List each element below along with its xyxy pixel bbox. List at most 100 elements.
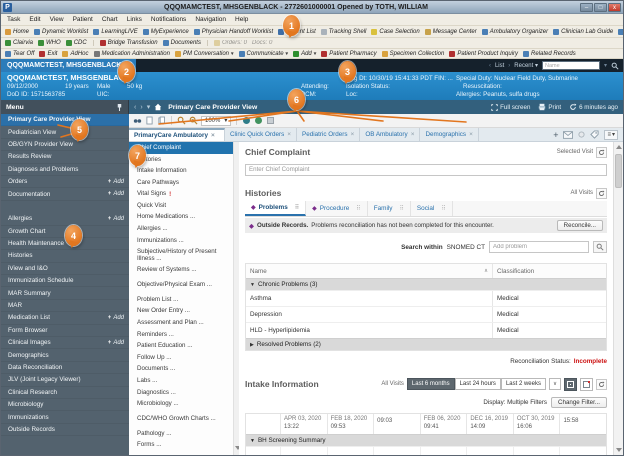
date-column[interactable]: 09:03 — [373, 414, 420, 434]
toolbar-button[interactable]: AdHoc▾ — [62, 51, 88, 57]
sidebar-item[interactable]: iView and I&O +Add — [1, 263, 129, 275]
circle-icon[interactable] — [254, 116, 263, 125]
date-column[interactable]: OCT 30, 2019 16:06 — [513, 414, 560, 434]
full-screen-button[interactable]: Full screen — [491, 104, 530, 111]
tag-icon[interactable] — [590, 130, 599, 139]
toolbar-button[interactable]: PM Conversation▾ — [175, 51, 234, 57]
component-nav-item[interactable]: Forms ... ! — [129, 439, 238, 451]
sidebar-item[interactable]: Immunization Schedule +Add — [1, 275, 129, 287]
add-button[interactable]: +Add — [108, 340, 124, 346]
toolbar-button[interactable]: Home▾ — [5, 29, 29, 35]
sidebar-item[interactable]: Orders +Add — [1, 176, 129, 188]
histories-tab[interactable]: ◆ Problems ⠿ — [245, 201, 306, 216]
reconcile-button[interactable]: Reconcile... — [557, 220, 603, 231]
sidebar-item[interactable]: Pediatrician View +Add — [1, 126, 129, 138]
menu-item[interactable]: Edit — [29, 16, 40, 23]
toolbar-button[interactable]: Orders: 0 — [214, 40, 247, 46]
drag-handle-icon[interactable]: ⠿ — [400, 205, 404, 212]
panel-view-button[interactable] — [580, 378, 593, 391]
scroll-down-icon[interactable] — [616, 448, 622, 452]
search-button[interactable] — [593, 241, 607, 253]
refresh-button[interactable] — [596, 147, 607, 158]
histories-tab[interactable]: ◆ Family ⠿ — [368, 201, 411, 216]
close-icon[interactable]: × — [469, 131, 473, 138]
add-button[interactable]: +Add — [108, 216, 124, 222]
sidebar-item[interactable]: Form Browser +Add — [1, 325, 129, 337]
back-icon[interactable]: ‹ — [134, 104, 136, 111]
menu-item[interactable]: Task — [7, 16, 20, 23]
component-nav-item[interactable]: Chief Complaint ! — [129, 142, 238, 154]
menu-item[interactable]: Navigation — [195, 16, 226, 23]
component-nav-item[interactable]: Histories ! — [129, 154, 238, 166]
menu-item[interactable]: Links — [127, 16, 142, 23]
date-column[interactable]: DEC 16, 2019 14:09 — [466, 414, 513, 434]
sidebar-item[interactable]: Health Maintenance +Add — [1, 238, 129, 250]
workspace-tab[interactable]: OB Ambulatory × — [360, 128, 420, 141]
date-column[interactable]: APR 03, 2020 13:22 — [280, 414, 327, 434]
search-icon[interactable] — [611, 62, 619, 70]
zoom-level-select[interactable]: 100%▾ — [201, 116, 231, 126]
sidebar-item[interactable]: Data Reconciliation +Add — [1, 362, 129, 374]
sidebar-item[interactable]: +Add — [1, 201, 129, 213]
table-row[interactable]: Depression Medical — [246, 306, 606, 322]
component-nav-item[interactable]: Subjective/History of Present Illness ..… — [129, 246, 238, 264]
sidebar-item[interactable]: Microbiology +Add — [1, 399, 129, 411]
component-nav-item[interactable]: Care Pathways ! — [129, 177, 238, 189]
sidebar-item[interactable]: OB/GYN Provider View +Add — [1, 139, 129, 151]
toolbar-button[interactable]: Manage Auto Text▾ — [618, 29, 623, 35]
menu-item[interactable]: View — [50, 16, 64, 23]
sidebar-item[interactable]: MAR Summary +Add — [1, 287, 129, 299]
component-nav-item[interactable]: Diagnostics ... ! — [129, 387, 238, 399]
close-icon[interactable]: x — [125, 62, 132, 69]
toolbar-button[interactable]: Ambulatory Organizer▾ — [482, 29, 548, 35]
sidebar-item[interactable]: Primary Care Provider View +Add — [1, 114, 129, 126]
prev-patient-icon[interactable]: ‹ — [489, 63, 491, 69]
toolbar-button[interactable]: WHO — [38, 40, 61, 46]
menu-header[interactable]: Menu — [1, 100, 129, 114]
change-filter-button[interactable]: Change Filter... — [551, 397, 607, 408]
group-row-bh-screening[interactable]: ▼ BH Screening Summary — [246, 434, 606, 446]
sidebar-item[interactable]: Clinical Images +Add — [1, 337, 129, 349]
chevron-down-icon[interactable]: ▾ — [147, 103, 151, 111]
toolbar-button[interactable]: Exit▾ — [39, 51, 57, 57]
toolbar-button[interactable]: Bridge Transfusion — [100, 40, 158, 46]
home-layout-icon[interactable] — [266, 116, 275, 125]
sidebar-item[interactable]: Results Review +Add — [1, 151, 129, 163]
toolbar-button[interactable]: Clairvia — [5, 40, 33, 46]
sidebar-item[interactable]: JLV (Joint Legacy Viewer) +Add — [1, 374, 129, 386]
range-filter-button[interactable]: Last 2 weeks — [501, 378, 546, 390]
close-button[interactable]: x — [608, 3, 621, 12]
toolbar-button[interactable]: Add▾ — [293, 51, 316, 57]
toolbar-button[interactable]: Tear Off▾ — [5, 51, 34, 57]
toolbar-button[interactable]: Message Center▾ — [425, 29, 477, 35]
sidebar-item[interactable]: Clinical Research +Add — [1, 387, 129, 399]
chief-complaint-input[interactable] — [245, 164, 607, 176]
close-icon[interactable]: × — [411, 131, 415, 138]
sidebar-item[interactable]: MAR +Add — [1, 300, 129, 312]
chevron-down-icon[interactable]: ▾ — [604, 62, 607, 69]
patient-list-toggle[interactable]: List — [495, 63, 504, 69]
toolbar-button[interactable]: Communicate▾ — [239, 51, 289, 57]
component-nav-item[interactable]: Immunizations ... ! — [129, 235, 238, 247]
histories-tab[interactable]: ◆ Social ⠿ — [411, 201, 453, 216]
refresh-button[interactable] — [596, 379, 607, 390]
add-button[interactable]: +Add — [108, 191, 124, 197]
zoom-out-icon[interactable] — [177, 116, 186, 125]
histories-tab[interactable]: ◆ Procedure ⠿ — [306, 201, 368, 216]
circle-icon[interactable] — [242, 116, 251, 125]
sidebar-item[interactable]: Diagnoses and Problems +Add — [1, 164, 129, 176]
home-icon[interactable] — [154, 103, 162, 111]
document-icon[interactable] — [145, 116, 154, 125]
zoom-in-icon[interactable] — [189, 116, 198, 125]
toolbar-button[interactable]: MyExperience▾ — [143, 29, 189, 35]
component-nav-item[interactable]: CDC/WHO Growth Charts ... ! — [129, 410, 238, 428]
toolbar-button[interactable]: Related Records▾ — [523, 51, 576, 57]
date-column[interactable]: 15:58 — [559, 414, 606, 434]
date-column[interactable]: FEB 06, 2020 09:41 — [420, 414, 467, 434]
main-scrollbar[interactable] — [613, 142, 623, 455]
toolbar-button[interactable]: Medication Administration▾ — [94, 51, 170, 57]
component-nav-item[interactable]: Home Medications ... ! — [129, 212, 238, 224]
sidebar-item[interactable]: Documentation +Add — [1, 188, 129, 200]
toolbar-button[interactable]: Patient Product Inquiry▾ — [449, 51, 518, 57]
workspace-tab[interactable]: Pediatric Orders × — [297, 128, 360, 141]
